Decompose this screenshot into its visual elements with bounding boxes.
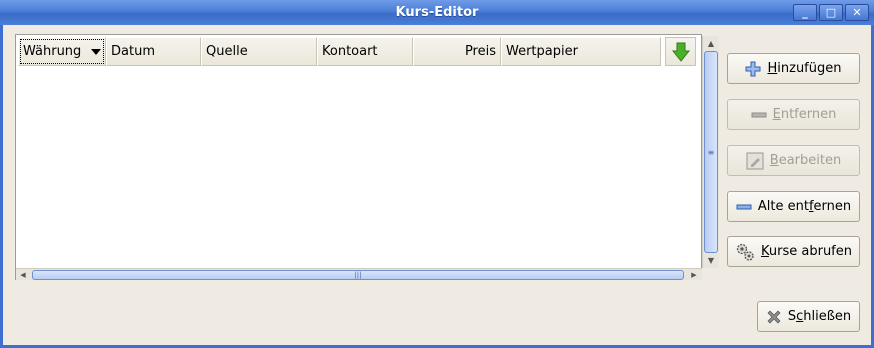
gears-icon [735,242,755,262]
column-header-preis[interactable]: Preis [413,37,501,66]
remove-label: Entfernen [772,107,837,122]
scroll-down-icon[interactable]: ▼ [703,253,719,267]
minimize-icon: _ [802,6,808,19]
minus-icon [751,107,767,123]
close-icon: ✕ [852,6,862,19]
table-header: Währung Datum Quelle Kontoart Preis Wert… [18,37,661,66]
vertical-scroll-thumb[interactable]: ≡ [704,51,718,253]
close-button[interactable]: Schließen [757,301,860,332]
horizontal-scrollbar[interactable]: ◀ ||| ▶ [16,268,702,280]
maximize-icon: □ [825,6,837,19]
horizontal-scroll-thumb[interactable]: ||| [32,270,684,280]
column-header-datum[interactable]: Datum [106,37,201,66]
remove-button[interactable]: Entfernen [727,99,860,130]
scroll-up-icon[interactable]: ▲ [703,36,719,50]
window-controls: _ □ ✕ [793,4,869,21]
close-window-button[interactable]: ✕ [845,4,869,21]
edit-icon [746,152,764,170]
minimize-button[interactable]: _ [793,4,817,21]
dialog-content: Währung Datum Quelle Kontoart Preis Wert… [3,25,871,345]
scroll-right-icon[interactable]: ▶ [687,269,701,281]
column-header-wertpapier[interactable]: Wertpapier [501,37,661,66]
scroll-left-icon[interactable]: ◀ [16,269,30,281]
column-chooser-button[interactable] [665,37,696,66]
column-label: Kontoart [322,44,378,59]
column-label: Quelle [206,44,248,59]
column-label: Wertpapier [506,44,578,59]
column-label: Währung [23,44,82,59]
column-label: Datum [111,44,155,59]
maximize-button[interactable]: □ [819,4,843,21]
grip-icon: ≡ [707,147,715,157]
minus-icon [736,199,752,215]
sort-descending-icon [91,48,101,55]
remove-old-button[interactable]: Alte entfernen [727,191,860,222]
add-button[interactable]: Hinzufügen [727,53,860,84]
title-bar[interactable]: Kurs-Editor _ □ ✕ [0,0,874,25]
column-label: Preis [464,44,496,59]
close-label: Schließen [787,309,852,324]
close-x-icon [766,309,782,325]
column-header-waehrung[interactable]: Währung [18,37,106,66]
fetch-prices-label: Kurse abrufen [761,244,852,259]
vertical-scrollbar[interactable]: ▲ ≡ ▼ [702,36,719,268]
plus-icon [745,61,761,77]
window-title: Kurs-Editor [395,5,479,20]
kurs-editor-window: Kurs-Editor _ □ ✕ Währung Datum Quelle K… [0,0,874,348]
column-header-kontoart[interactable]: Kontoart [317,37,413,66]
edit-label: Bearbeiten [769,153,842,168]
edit-button[interactable]: Bearbeiten [727,145,860,176]
add-label: Hinzufügen [767,61,842,76]
fetch-prices-button[interactable]: Kurse abrufen [727,236,860,267]
remove-old-label: Alte entfernen [757,199,852,214]
price-table: Währung Datum Quelle Kontoart Preis Wert… [15,34,719,280]
grip-icon: ||| [354,271,362,279]
green-down-arrow-icon [671,42,690,62]
column-header-quelle[interactable]: Quelle [201,37,317,66]
